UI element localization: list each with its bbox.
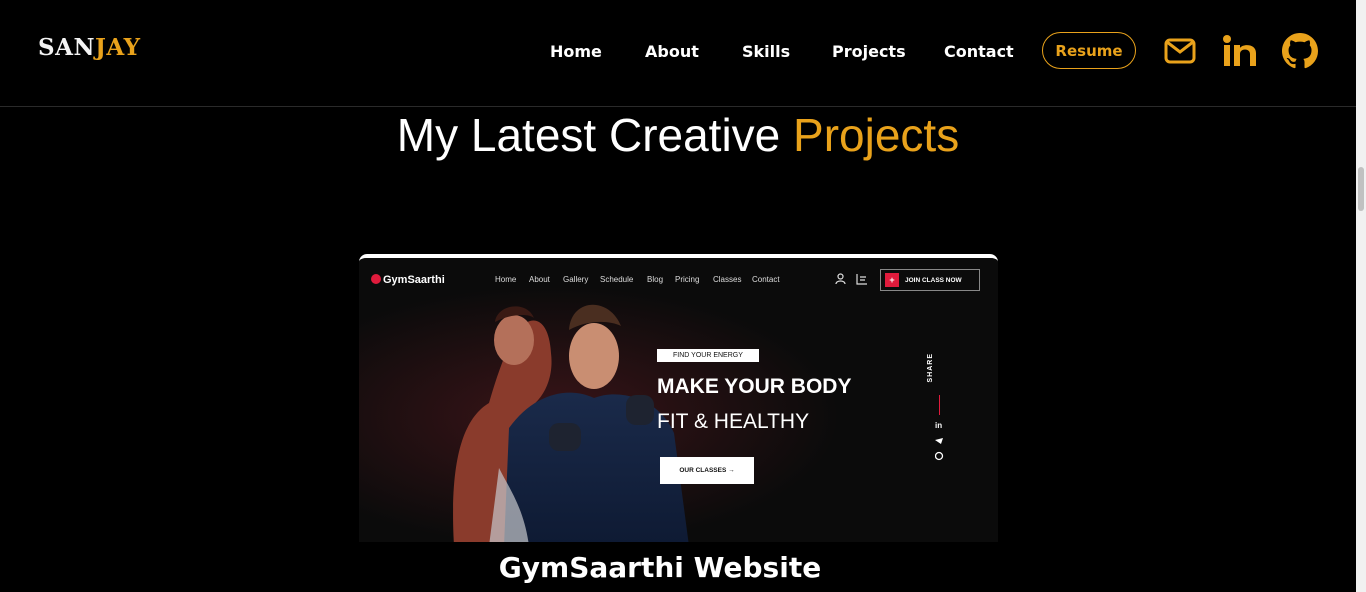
project-title: GymSaarthi Website [498,551,822,584]
preview-headline: MAKE YOUR BODY [657,375,852,398]
preview-nav-pricing: Pricing [675,275,700,284]
chart-icon [856,274,867,285]
nav-skills-link[interactable]: Skills [742,42,790,61]
mail-icon[interactable] [1164,38,1196,68]
gym-logo: GymSaarthi [371,274,445,286]
share-divider [939,395,940,415]
plus-icon: + [885,273,899,287]
nav-home-link[interactable]: Home [550,42,602,61]
scrollbar[interactable] [1356,0,1366,592]
nav-contact-link[interactable]: Contact [944,42,1014,61]
preview-nav-contact: Contact [752,275,780,284]
site-logo[interactable]: SANJAY [38,34,141,61]
preview-nav-gallery: Gallery [563,275,589,284]
preview-nav-blog: Blog [647,275,664,284]
preview-share-label: SHARE [927,353,934,383]
svg-text:in: in [935,421,942,430]
preview-classes-button: OUR CLASSES → [660,457,754,484]
preview-nav-about: About [529,275,550,284]
preview-nav-schedule: Schedule [600,275,634,284]
preview-tagline: FIND YOUR ENERGY [657,349,759,362]
github-icon[interactable] [1282,33,1318,73]
preview-subheadline: FIT & HEALTHY [657,410,810,433]
join-class-button: + JOIN CLASS NOW [880,269,980,291]
user-icon [835,273,846,285]
nav-about-link[interactable]: About [645,42,699,61]
nav-projects-link[interactable]: Projects [832,42,906,61]
preview-nav-classes: Classes [713,275,742,284]
preview-navbar: GymSaarthi Home About Gallery Schedule B… [359,258,998,302]
resume-button[interactable]: Resume [1042,32,1136,69]
project-card[interactable]: GymSaarthi Home About Gallery Schedule B… [359,254,998,542]
section-heading: My Latest Creative Projects [396,109,960,161]
preview-social-icons: in [935,421,944,461]
scrollbar-thumb[interactable] [1358,167,1364,211]
navbar: SANJAY Home About Skills Projects Contac… [0,0,1356,107]
linkedin-icon[interactable] [1223,35,1257,71]
preview-nav-home: Home [495,275,517,284]
